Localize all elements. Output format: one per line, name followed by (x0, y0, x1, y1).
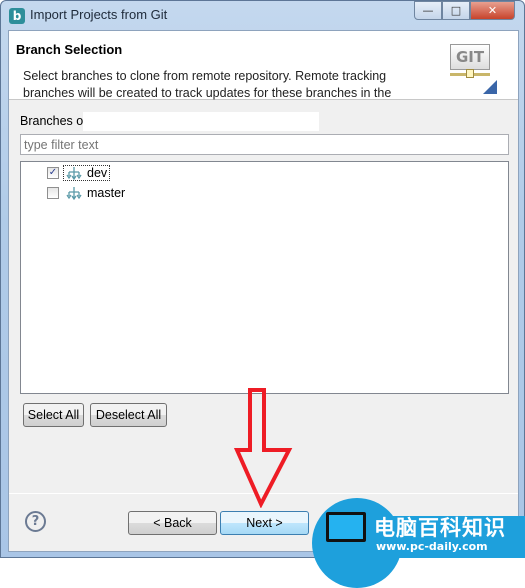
branch-name: dev (87, 166, 108, 180)
maximize-button[interactable]: □ (442, 1, 470, 20)
back-button[interactable]: < Back (128, 511, 217, 535)
branch-checkbox-master[interactable] (47, 187, 59, 199)
branch-icon (66, 167, 82, 180)
redacted-area (83, 112, 319, 131)
watermark-logo: 电脑百科知识 www.pc-daily.com (312, 498, 525, 588)
minimize-button[interactable]: — (414, 1, 442, 20)
select-all-button[interactable]: Select All (23, 403, 84, 427)
app-icon: b (9, 8, 25, 24)
page-title: Branch Selection (16, 42, 123, 57)
branch-icon (66, 187, 82, 200)
branch-tree[interactable]: ✓ dev master (20, 161, 509, 394)
close-button[interactable]: ✕ (470, 1, 515, 20)
branches-label: Branches o (20, 114, 84, 128)
branch-item-dev[interactable]: ✓ dev (47, 164, 111, 182)
next-button[interactable]: Next > (220, 511, 309, 535)
window-title: Import Projects from Git (30, 7, 168, 22)
branch-checkbox-dev[interactable]: ✓ (47, 167, 59, 179)
title-bar[interactable]: b Import Projects from Git — □ ✕ (1, 1, 524, 30)
watermark-url: www.pc-daily.com (376, 540, 488, 553)
help-icon[interactable]: ? (25, 511, 46, 532)
page-description: Select branches to clone from remote rep… (23, 69, 392, 100)
deselect-all-button[interactable]: Deselect All (90, 403, 167, 427)
filter-input[interactable] (20, 134, 509, 155)
monitor-icon (326, 512, 366, 542)
wizard-header: Branch Selection Select branches to clon… (9, 31, 518, 100)
branch-item-master[interactable]: master (47, 184, 128, 202)
git-logo-icon: GIT (450, 44, 497, 94)
red-arrow-annotation (234, 388, 293, 508)
watermark-text: 电脑百科知识 (374, 516, 506, 540)
branch-name: master (87, 186, 126, 200)
